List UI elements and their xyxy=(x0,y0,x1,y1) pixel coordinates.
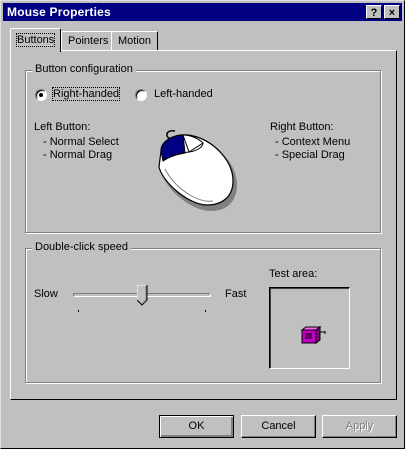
left-button-item: - Normal Drag xyxy=(43,149,113,161)
double-click-speed-label: Double-click speed xyxy=(32,241,131,253)
tab-pointers[interactable]: Pointers xyxy=(61,31,116,51)
radio-selected-dot xyxy=(39,93,43,97)
tab-pointers-label: Pointers xyxy=(68,35,109,47)
apply-button[interactable]: Apply xyxy=(322,415,397,438)
right-button-item: - Context Menu xyxy=(275,136,351,148)
test-area[interactable] xyxy=(269,287,350,369)
title-bar[interactable]: Mouse Properties ? × xyxy=(3,3,402,21)
test-area-label: Test area: xyxy=(269,268,318,280)
window-title: Mouse Properties xyxy=(7,5,111,19)
help-button[interactable]: ? xyxy=(366,5,382,19)
left-handed-label[interactable]: Left-handed xyxy=(154,88,213,100)
fast-label: Fast xyxy=(225,288,247,300)
cancel-button[interactable]: Cancel xyxy=(241,415,316,438)
tab-buttons[interactable]: Buttons xyxy=(10,28,62,52)
ok-button[interactable]: OK xyxy=(159,415,234,438)
right-handed-label[interactable]: Right-handed xyxy=(51,87,121,101)
slider-tick-min xyxy=(78,310,79,312)
left-button-heading: Left Button: xyxy=(34,121,91,133)
right-handed-radio[interactable] xyxy=(35,89,47,101)
right-button-heading: Right Button: xyxy=(270,121,334,133)
left-handed-radio[interactable] xyxy=(135,89,147,101)
tab-buttons-label: Buttons xyxy=(15,33,56,47)
right-button-item: - Special Drag xyxy=(275,149,345,161)
double-click-speed-slider-thumb[interactable] xyxy=(136,285,148,306)
mouse-properties-dialog: Mouse Properties ? × Buttons Pointers Mo… xyxy=(0,0,405,449)
slow-label: Slow xyxy=(34,288,58,300)
tab-motion[interactable]: Motion xyxy=(111,31,159,51)
left-button-item: - Normal Select xyxy=(43,136,119,148)
close-button[interactable]: × xyxy=(384,5,400,19)
slider-tick-max xyxy=(205,310,206,312)
mouse-illustration-icon xyxy=(158,130,237,211)
jack-in-the-box-icon[interactable] xyxy=(300,326,326,346)
tab-motion-label: Motion xyxy=(118,35,152,47)
button-configuration-label: Button configuration xyxy=(32,63,136,75)
